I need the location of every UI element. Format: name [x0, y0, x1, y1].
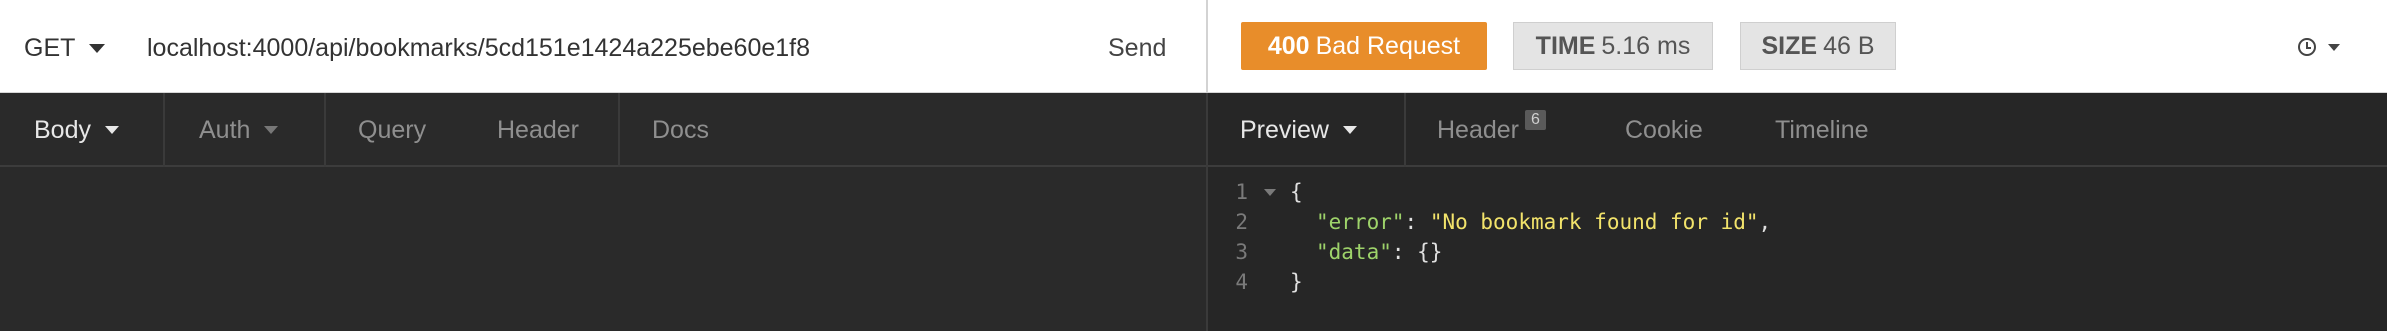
tab-preview-label: Preview [1240, 115, 1329, 144]
code-text: "error": "No bookmark found for id", [1316, 207, 1771, 237]
tab-query-label: Query [358, 115, 427, 144]
time-value: 5.16 ms [1601, 31, 1691, 60]
header-count-badge: 6 [1525, 110, 1546, 130]
divider [163, 93, 165, 167]
code-text: { [1290, 180, 1303, 204]
top-bar: GET localhost:4000/api/bookmarks/5cd151e… [0, 0, 2387, 93]
status-code: 400 [1267, 31, 1310, 60]
json-value: {} [1417, 240, 1443, 264]
code-text: "data": {} [1316, 237, 1442, 267]
tab-docs-label: Docs [652, 115, 709, 144]
chevron-down-icon [89, 43, 106, 53]
tab-response-header-label: Header [1437, 115, 1519, 144]
line-number: 4 [1235, 270, 1248, 294]
send-button[interactable]: Send [1108, 30, 1166, 66]
json-separator: : [1391, 240, 1418, 264]
status-badge: 400 Bad Request [1241, 22, 1487, 70]
code-text: } [1290, 270, 1303, 294]
chevron-down-icon [104, 126, 119, 134]
app-window: GET localhost:4000/api/bookmarks/5cd151e… [0, 0, 2387, 331]
history-dropdown[interactable] [2298, 32, 2340, 62]
time-badge: TIME 5.16 ms [1513, 22, 1713, 70]
tab-timeline[interactable]: Timeline [1775, 93, 1869, 167]
size-value: 46 B [1823, 31, 1875, 60]
response-panel: Preview Header 6 Cookie Timeline 1 { 2 "… [1208, 93, 2387, 331]
line-number: 3 [1235, 240, 1248, 264]
response-preview: 1 { 2 "error": "No bookmark found for id… [1208, 177, 2387, 297]
clock-icon [2298, 38, 2316, 56]
tab-query[interactable]: Query [358, 93, 426, 167]
chevron-down-icon [264, 126, 279, 134]
code-line: 2 "error": "No bookmark found for id", [1208, 207, 2387, 237]
json-tail: , [1758, 210, 1772, 234]
tab-auth-label: Auth [199, 115, 251, 144]
request-tabbar: Body Auth Query Header Docs [0, 93, 1206, 167]
fold-caret-icon[interactable] [1264, 189, 1276, 196]
response-tabbar: Preview Header 6 Cookie Timeline [1208, 93, 2387, 167]
json-value: "No bookmark found for id" [1429, 210, 1759, 234]
method-dropdown[interactable]: GET [24, 30, 106, 66]
code-line: 4 } [1208, 267, 2387, 297]
divider [324, 93, 326, 167]
chevron-down-icon [1342, 126, 1357, 134]
request-panel: Body Auth Query Header Docs [0, 93, 1208, 331]
chevron-down-icon [2328, 43, 2340, 51]
json-separator: : [1404, 210, 1430, 234]
tab-header[interactable]: Header [497, 93, 579, 167]
line-number: 1 [1235, 180, 1248, 204]
code-line: 3 "data": {} [1208, 237, 2387, 267]
divider [1404, 93, 1406, 167]
json-key: "data" [1316, 240, 1392, 264]
size-label: SIZE [1761, 31, 1818, 60]
line-number: 2 [1235, 210, 1248, 234]
tab-cookie-label: Cookie [1625, 115, 1703, 144]
tab-cookie[interactable]: Cookie [1625, 93, 1703, 167]
tab-response-header[interactable]: Header 6 [1437, 93, 1546, 167]
tab-header-label: Header [497, 115, 579, 144]
code-line: 1 { [1208, 177, 2387, 207]
size-badge: SIZE 46 B [1740, 22, 1896, 70]
divider [618, 93, 620, 167]
json-key: "error" [1316, 210, 1405, 234]
status-text: Bad Request [1315, 31, 1461, 60]
time-label: TIME [1535, 31, 1596, 60]
request-bar: GET localhost:4000/api/bookmarks/5cd151e… [0, 0, 1208, 93]
tab-timeline-label: Timeline [1775, 115, 1869, 144]
url-input[interactable]: localhost:4000/api/bookmarks/5cd151e1424… [147, 30, 810, 66]
tab-body-label: Body [34, 115, 91, 144]
tab-docs[interactable]: Docs [652, 93, 709, 167]
tab-auth[interactable]: Auth [199, 93, 279, 167]
tab-preview[interactable]: Preview [1240, 93, 1357, 167]
method-label: GET [24, 33, 76, 62]
tab-body[interactable]: Body [34, 93, 119, 167]
